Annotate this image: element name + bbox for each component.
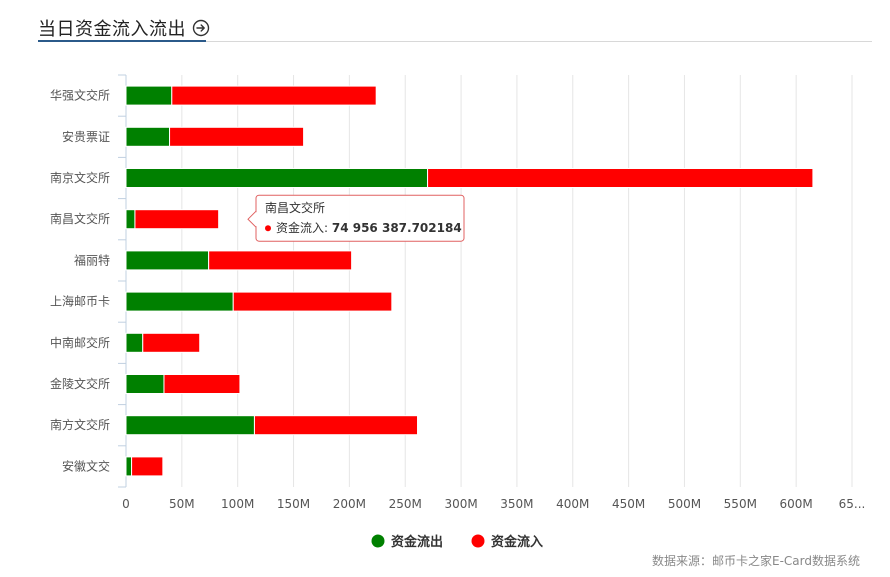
bar-inflow[interactable] (171, 85, 377, 106)
tooltip-series-dot (265, 225, 271, 232)
bar-inflow[interactable] (208, 250, 353, 271)
bar-inflow[interactable] (427, 168, 814, 188)
x-tick-label: 50M (169, 497, 195, 511)
y-category-label: 南京文交所 (50, 170, 110, 185)
y-category-label: 上海邮币卡 (50, 294, 110, 309)
x-tick-label: 500M (668, 497, 701, 511)
tooltip-pointer-mask (255, 212, 258, 227)
legend-marker[interactable] (371, 534, 385, 548)
y-category-label: 金陵文交所 (50, 376, 110, 391)
x-tick-label: 250M (389, 497, 422, 511)
tooltip-pointer (247, 209, 257, 229)
x-tick-label: 350M (500, 497, 533, 511)
bar-inflow[interactable] (253, 415, 419, 436)
x-tick-label: 550M (724, 497, 757, 511)
bar-inflow[interactable] (232, 291, 393, 312)
bar-outflow[interactable] (125, 250, 210, 271)
bar-inflow[interactable] (169, 126, 305, 147)
bar-outflow[interactable] (125, 291, 234, 312)
x-tick-label: 100M (221, 497, 254, 511)
bar-outflow[interactable] (125, 126, 171, 147)
y-category-label: 安贵票证 (62, 129, 110, 144)
bar-outflow[interactable] (125, 168, 429, 188)
bar-outflow[interactable] (125, 332, 144, 353)
bar-inflow[interactable] (163, 374, 241, 394)
y-category-label: 福丽特 (74, 252, 110, 267)
x-tick-label: 0 (122, 497, 130, 511)
y-category-label: 中南邮交所 (50, 335, 110, 350)
data-source: 数据来源：邮币卡之家E-Card数据系统 (652, 554, 860, 568)
y-category-label: 华强文交所 (50, 88, 110, 103)
x-tick-label: 150M (277, 497, 310, 511)
x-tick-label: 400M (556, 497, 589, 511)
tooltip-category: 南昌文交所 (265, 200, 325, 215)
x-tick-label: 600M (780, 497, 813, 511)
bar-inflow[interactable] (131, 456, 164, 477)
tooltip-value: 资金流入: 74 956 387.702184 (276, 220, 462, 235)
bar-outflow[interactable] (125, 209, 136, 230)
legend-label[interactable]: 资金流出 (391, 534, 443, 550)
y-category-label: 安徽文交 (62, 458, 110, 473)
bar-inflow[interactable] (134, 209, 220, 230)
bar-outflow[interactable] (125, 374, 165, 394)
bar-inflow[interactable] (142, 332, 201, 353)
y-category-label: 南方文交所 (50, 417, 110, 432)
x-tick-label: 300M (444, 497, 477, 511)
bar-chart: 0 50M 100M 150M 200M 250M 300M 350M 400M 450M 500M… (50, 74, 866, 550)
legend-label[interactable]: 资金流入 (491, 534, 543, 550)
bar-outflow[interactable] (125, 415, 255, 436)
bar-outflow[interactable] (125, 85, 173, 106)
x-tick-label: 450M (612, 497, 645, 511)
y-category-label: 南昌文交所 (50, 211, 110, 226)
legend-marker[interactable] (471, 534, 485, 548)
bar-outflow[interactable] (125, 456, 133, 477)
x-tick-label: 65... (839, 497, 866, 511)
x-tick-label: 200M (333, 497, 366, 511)
